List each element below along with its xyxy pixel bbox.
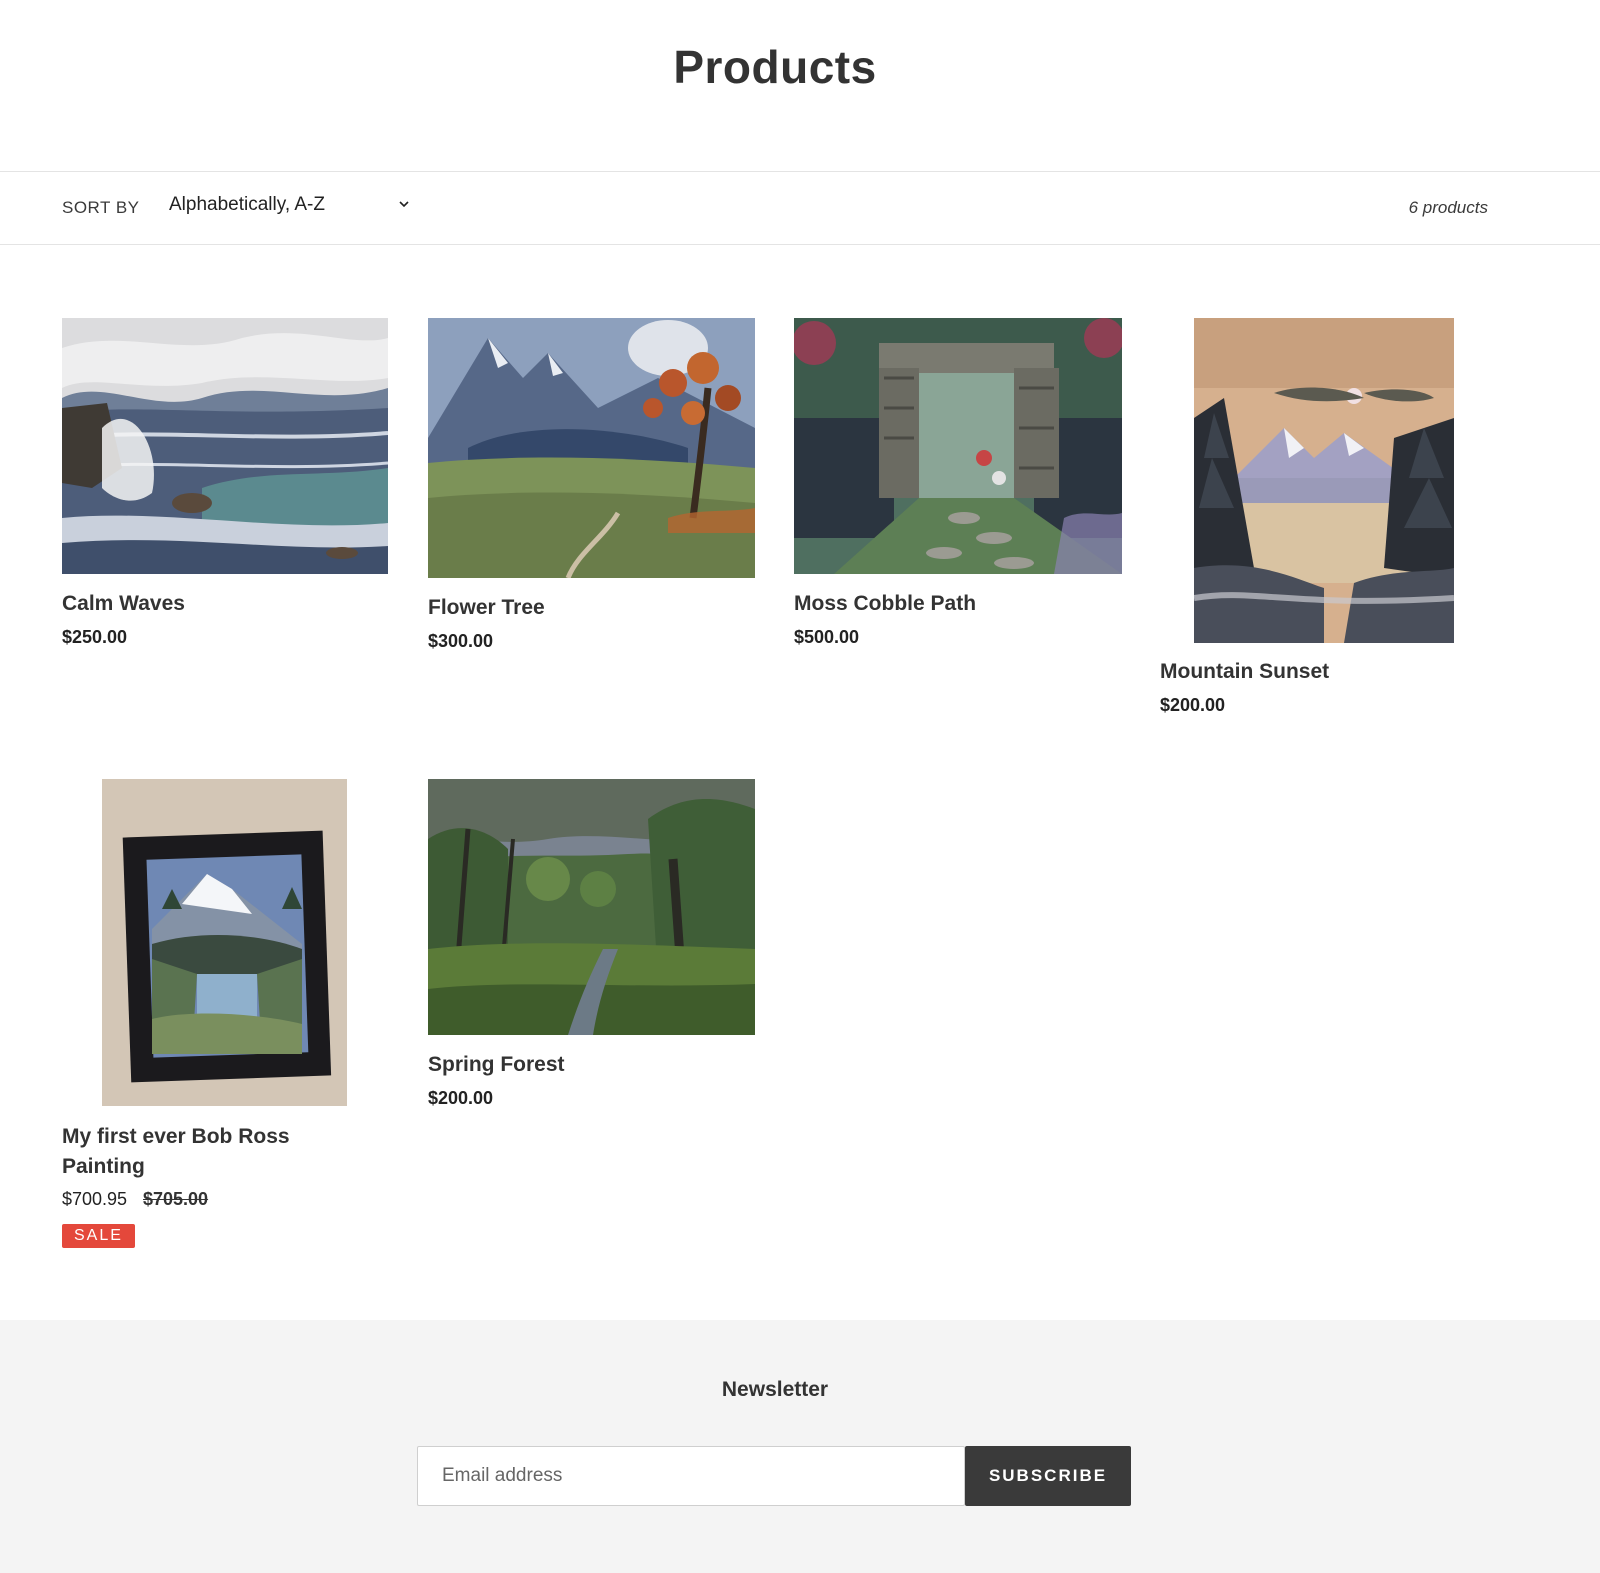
product-image[interactable] xyxy=(1194,318,1454,643)
newsletter-section: Newsletter SUBSCRIBE xyxy=(0,1320,1600,1573)
sort-by-label: SORT BY xyxy=(62,198,140,217)
product-price: $200.00 xyxy=(428,1088,494,1108)
product-image[interactable] xyxy=(794,318,1122,574)
product-title[interactable]: My first ever Bob Ross Painting xyxy=(62,1122,362,1182)
product-title[interactable]: Calm Waves xyxy=(62,589,362,619)
sort-select[interactable]: Alphabetically, A-Z xyxy=(169,194,409,222)
product-image[interactable] xyxy=(102,779,347,1106)
product-image[interactable] xyxy=(62,318,388,574)
compare-at-price: $705.00 xyxy=(143,1189,209,1209)
product-card-flower-tree[interactable]: Flower Tree $300.00 xyxy=(428,318,755,663)
product-card-bob-ross-painting[interactable]: My first ever Bob Ross Painting $700.95 … xyxy=(62,779,392,1249)
chevron-down-icon xyxy=(399,201,409,208)
product-card-mountain-sunset[interactable]: Mountain Sunset $200.00 xyxy=(1160,318,1490,723)
sale-badge: SALE xyxy=(62,1224,135,1248)
product-price: $300.00 xyxy=(428,631,494,651)
subscribe-button[interactable]: SUBSCRIBE xyxy=(965,1446,1131,1506)
product-card-spring-forest[interactable]: Spring Forest $200.00 xyxy=(428,779,755,1119)
product-price: $500.00 xyxy=(794,627,860,647)
product-price: $250.00 xyxy=(62,627,128,647)
sort-select-value: Alphabetically, A-Z xyxy=(169,194,325,215)
product-title[interactable]: Flower Tree xyxy=(428,593,728,623)
product-card-calm-waves[interactable]: Calm Waves $250.00 xyxy=(62,318,388,658)
newsletter-title: Newsletter xyxy=(721,1378,829,1401)
product-image[interactable] xyxy=(428,318,755,578)
product-title[interactable]: Moss Cobble Path xyxy=(794,589,1094,619)
page-title: Products xyxy=(673,41,877,93)
product-image[interactable] xyxy=(428,779,755,1035)
sale-price: $700.95 xyxy=(62,1189,128,1209)
collection-toolbar: SORT BY Alphabetically, A-Z 6 products xyxy=(0,171,1600,245)
product-title[interactable]: Mountain Sunset xyxy=(1160,657,1460,687)
product-card-moss-cobble-path[interactable]: Moss Cobble Path $500.00 xyxy=(794,318,1122,658)
product-count: 6 products xyxy=(1408,198,1488,217)
email-input[interactable] xyxy=(417,1446,965,1506)
product-title[interactable]: Spring Forest xyxy=(428,1050,728,1080)
product-price: $200.00 xyxy=(1160,695,1226,715)
